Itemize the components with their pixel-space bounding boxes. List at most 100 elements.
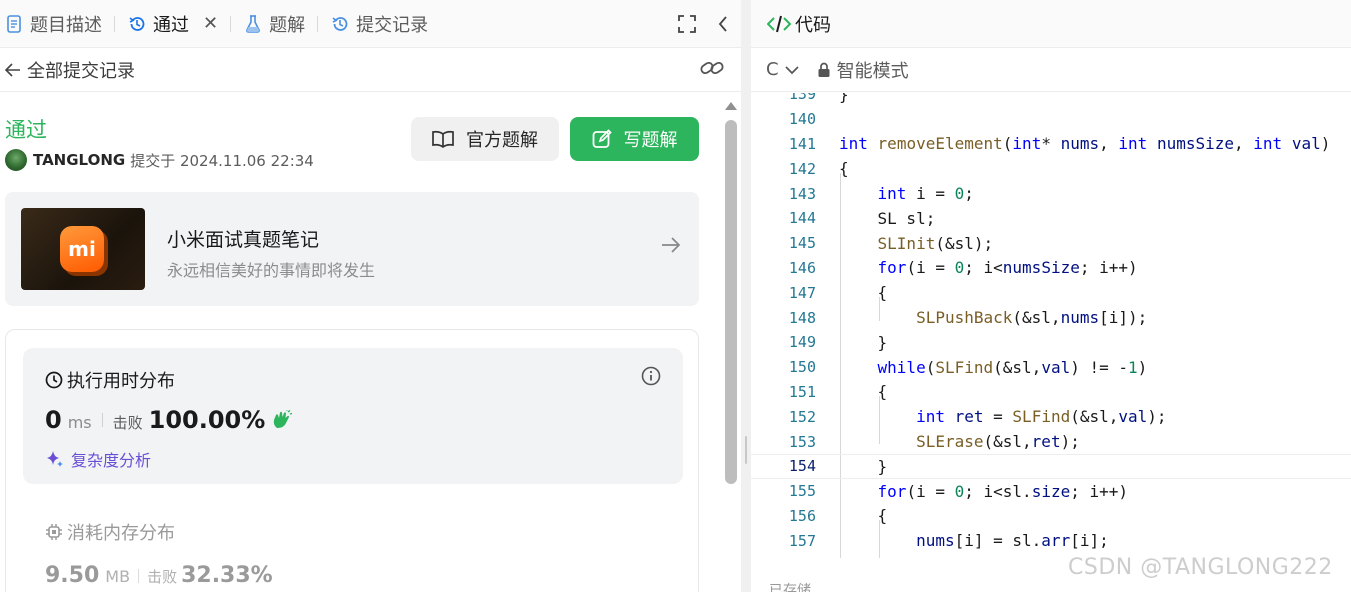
code-text: int ret = SLFind(&sl,val); bbox=[916, 407, 1167, 427]
back-arrow-icon[interactable] bbox=[0, 62, 26, 77]
info-icon[interactable] bbox=[641, 366, 661, 390]
code-editor[interactable]: 139} 140 141 int removeElement(int* nums, i… bbox=[751, 93, 1351, 558]
close-icon[interactable]: ✕ bbox=[203, 13, 218, 34]
code-text: SL sl; bbox=[839, 208, 936, 228]
code-line[interactable]: 146 for(i = 0; i<numsSize; i++) bbox=[751, 256, 1351, 281]
line-number: 151 bbox=[788, 382, 816, 401]
code-icon bbox=[767, 15, 791, 33]
document-icon bbox=[4, 14, 24, 34]
write-solution-button[interactable]: 写题解 bbox=[570, 117, 699, 161]
fullscreen-icon[interactable] bbox=[669, 0, 705, 48]
chip-icon bbox=[45, 523, 63, 541]
code-text: nums[i] = sl.arr[i]; bbox=[916, 531, 1109, 551]
tab-description-label: 题目描述 bbox=[30, 14, 102, 36]
code-text: int i = 0; bbox=[877, 184, 974, 204]
all-submissions-link[interactable]: 全部提交记录 bbox=[27, 57, 135, 83]
book-icon bbox=[432, 130, 454, 148]
code-text: while(SLFind(&sl,val) != -1) bbox=[877, 357, 1148, 377]
code-line[interactable]: 145 SLInit(&sl); bbox=[751, 231, 1351, 256]
tab-solutions[interactable]: 题解 bbox=[243, 0, 305, 48]
submitter-name[interactable]: TANGLONG bbox=[33, 151, 125, 169]
language-select[interactable]: C bbox=[766, 59, 779, 80]
chevron-down-icon[interactable] bbox=[784, 65, 799, 75]
line-number: 144 bbox=[788, 209, 816, 228]
panel-resizer[interactable] bbox=[741, 0, 751, 592]
runtime-header: 执行用时分布 bbox=[45, 367, 175, 393]
metric-divider bbox=[101, 413, 103, 427]
line-number: 142 bbox=[788, 159, 816, 178]
code-line[interactable]: 142 { bbox=[751, 156, 1351, 181]
code-text: SLInit(&sl); bbox=[877, 233, 994, 253]
complexity-analysis-link[interactable]: 复杂度分析 bbox=[45, 447, 151, 471]
code-line[interactable]: 156 { bbox=[751, 504, 1351, 529]
history-icon bbox=[127, 14, 147, 34]
memory-beat-label: 击败 bbox=[147, 568, 178, 586]
code-line[interactable]: 154 } bbox=[751, 454, 1351, 479]
tab-accepted[interactable]: 通过 ✕ bbox=[127, 0, 218, 48]
code-line[interactable]: 148 SLPushBack(&sl,nums[i]); bbox=[751, 305, 1351, 330]
clap-icon bbox=[271, 410, 293, 430]
line-number: 145 bbox=[788, 234, 816, 253]
code-line[interactable]: 151 { bbox=[751, 380, 1351, 405]
code-line[interactable]: 152 int ret = SLFind(&sl,val); bbox=[751, 404, 1351, 429]
collapse-left-icon[interactable] bbox=[705, 0, 741, 48]
memory-header[interactable]: 消耗内存分布 bbox=[45, 519, 175, 545]
scroll-up-icon[interactable] bbox=[725, 102, 737, 110]
arrow-right-icon bbox=[661, 236, 681, 258]
code-line[interactable]: 149 } bbox=[751, 330, 1351, 355]
code-line[interactable]: 140 bbox=[751, 107, 1351, 132]
runtime-title: 执行用时分布 bbox=[67, 371, 175, 392]
code-toolbar: C 智能模式 bbox=[751, 48, 1351, 92]
line-number: 146 bbox=[788, 258, 816, 277]
scrollbar-thumb[interactable] bbox=[725, 120, 737, 484]
submission-detail: 通过 TANGLONG 提交于 2024.11.06 22:34 官方题解 写题… bbox=[0, 92, 720, 592]
line-number: 147 bbox=[788, 283, 816, 302]
code-line[interactable]: 155 for(i = 0; i<sl.size; i++) bbox=[751, 479, 1351, 504]
promo-subtitle: 永远相信美好的事情即将发生 bbox=[167, 261, 376, 280]
line-number: 148 bbox=[788, 308, 816, 327]
line-number: 152 bbox=[788, 407, 816, 426]
code-line[interactable]: 153 SLErase(&sl,ret); bbox=[751, 429, 1351, 454]
submissions-subbar: 全部提交记录 bbox=[0, 48, 741, 92]
runtime-percent: 100.00% bbox=[148, 406, 266, 434]
runtime-unit: ms bbox=[67, 413, 92, 432]
promo-card[interactable]: mi 小米面试真题笔记 永远相信美好的事情即将发生 bbox=[5, 192, 699, 306]
code-line[interactable]: 141 int removeElement(int* nums, int nums… bbox=[751, 132, 1351, 157]
avatar[interactable] bbox=[5, 149, 27, 171]
tab-description[interactable]: 题目描述 bbox=[4, 0, 102, 48]
official-solution-button[interactable]: 官方题解 bbox=[411, 117, 559, 161]
code-line[interactable]: 147 { bbox=[751, 280, 1351, 305]
code-text: } bbox=[839, 332, 888, 352]
code-text: for(i = 0; i<sl.size; i++) bbox=[877, 481, 1129, 501]
tab-submissions[interactable]: 提交记录 bbox=[330, 0, 428, 48]
code-text: for(i = 0; i<numsSize; i++) bbox=[877, 258, 1138, 278]
resize-grip[interactable] bbox=[745, 436, 747, 464]
clock-icon bbox=[45, 371, 63, 389]
metric-divider bbox=[138, 568, 140, 583]
line-number: 157 bbox=[788, 531, 816, 550]
code-panel: 代码 C 智能模式 139} 140 141 int removeElement(in… bbox=[751, 0, 1351, 592]
submitter-info: TANGLONG 提交于 2024.11.06 22:34 bbox=[5, 149, 314, 171]
save-status: 已存储 bbox=[769, 583, 811, 592]
code-panel-title: 代码 bbox=[795, 14, 831, 36]
code-line[interactable]: 144 SL sl; bbox=[751, 206, 1351, 231]
runtime-metric: 0 ms 击败 100.00% bbox=[45, 406, 293, 434]
smart-mode-label[interactable]: 智能模式 bbox=[837, 57, 909, 83]
tab-submissions-label: 提交记录 bbox=[356, 14, 429, 36]
code-line[interactable]: 139} bbox=[751, 93, 1351, 107]
line-number: 150 bbox=[788, 358, 816, 377]
code-text: int removeElement(int* nums, int numsSiz… bbox=[839, 134, 1331, 154]
code-line[interactable]: 150 while(SLFind(&sl,val) != -1) bbox=[751, 355, 1351, 380]
line-number: 153 bbox=[788, 432, 816, 451]
line-number: 143 bbox=[788, 184, 816, 203]
runtime-card[interactable]: 执行用时分布 0 ms 击败 100.00% 复杂度分析 bbox=[23, 348, 683, 484]
promo-thumbnail: mi bbox=[21, 208, 145, 290]
code-text: { bbox=[839, 159, 849, 179]
edit-icon bbox=[592, 129, 612, 149]
code-text: { bbox=[839, 382, 888, 402]
link-icon[interactable] bbox=[699, 58, 725, 82]
runtime-beat-label: 击败 bbox=[112, 414, 143, 432]
code-line[interactable]: 157 nums[i] = sl.arr[i]; bbox=[751, 528, 1351, 553]
code-line[interactable]: 143 int i = 0; bbox=[751, 181, 1351, 206]
xiaomi-logo: mi bbox=[60, 226, 104, 272]
